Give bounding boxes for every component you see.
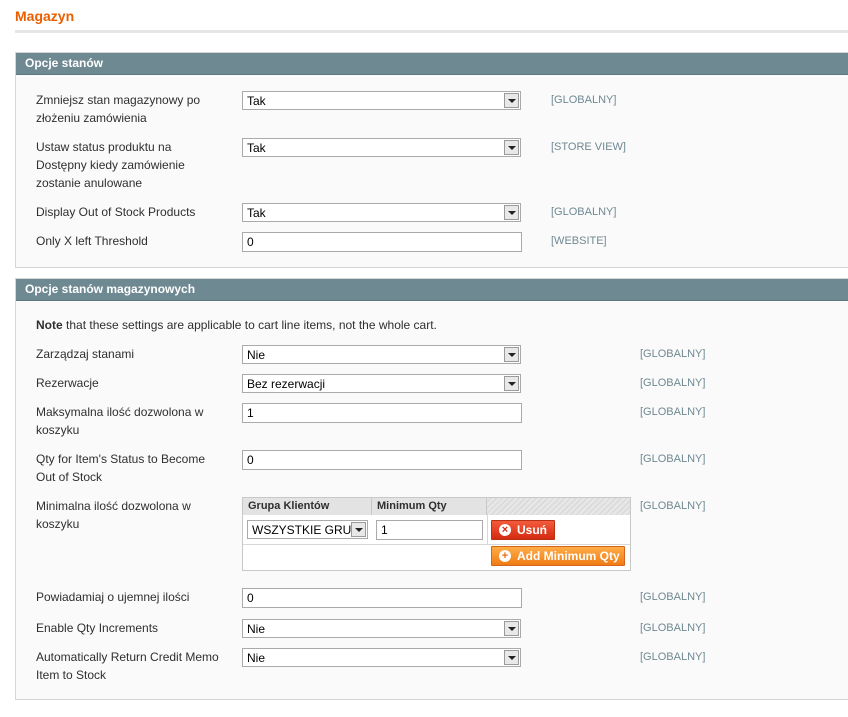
field-label: Minimalna ilość dozwolona w koszyku (36, 499, 191, 531)
chevron-down-icon[interactable] (504, 140, 519, 155)
cart-note: Note that these settings are applicable … (36, 318, 437, 332)
field-label: Zarządzaj stanami (36, 347, 135, 361)
scope-badge: [GLOBALNY] (640, 348, 706, 360)
field-label: Powiadamiaj o ujemnej ilości (36, 590, 190, 604)
scope-badge: [GLOBALNY] (640, 651, 706, 663)
chevron-down-icon[interactable] (351, 522, 366, 537)
field-label: Maksymalna ilość dozwolona w koszyku (36, 405, 204, 437)
chevron-down-icon[interactable] (504, 650, 519, 665)
backorders-select[interactable]: Bez rezerwacji (242, 374, 521, 393)
col-header-minimum-qty: Minimum Qty (372, 498, 487, 515)
section-stock-options: Opcje stanów Zmniejsz stan magazynowy po… (15, 52, 848, 268)
close-icon: × (499, 524, 511, 536)
col-header-actions (487, 498, 630, 515)
field-label: Qty for Item's Status to Become Out of S… (36, 452, 206, 484)
section-header[interactable]: Opcje stanów (16, 53, 848, 75)
page-title: Magazyn (15, 8, 75, 24)
decrease-stock-select[interactable]: Tak (242, 91, 521, 110)
field-label: Rezerwacje (36, 376, 99, 390)
scope-badge: [GLOBALNY] (640, 453, 706, 465)
plus-icon: + (499, 550, 511, 562)
auto-return-select[interactable]: Nie (242, 648, 521, 667)
notify-qty-input[interactable]: 0 (242, 588, 522, 608)
scope-badge: [STORE VIEW] (551, 141, 626, 153)
customer-group-select[interactable]: WSZYSTKIE GRU (247, 520, 368, 539)
min-qty-input[interactable]: 1 (376, 520, 483, 540)
field-label: Enable Qty Increments (36, 621, 159, 635)
field-label: Automatically Return Credit Memo Item to… (36, 650, 219, 682)
enable-qty-increments-select[interactable]: Nie (242, 619, 521, 638)
scope-badge: [GLOBALNY] (551, 94, 617, 106)
scope-badge: [GLOBALNY] (551, 206, 617, 218)
field-label: Display Out of Stock Products (36, 205, 196, 219)
chevron-down-icon[interactable] (504, 621, 519, 636)
chevron-down-icon[interactable] (504, 205, 519, 220)
section-header[interactable]: Opcje stanów magazynowych (16, 279, 848, 301)
display-out-of-stock-select[interactable]: Tak (242, 203, 521, 222)
scope-badge: [GLOBALNY] (640, 622, 706, 634)
chevron-down-icon[interactable] (504, 347, 519, 362)
field-label: Zmniejsz stan magazynowy po złożeniu zam… (36, 93, 201, 125)
max-qty-input[interactable]: 1 (242, 403, 522, 423)
field-label: Only X left Threshold (36, 234, 148, 248)
add-minimum-qty-button[interactable]: + Add Minimum Qty (491, 546, 625, 566)
scope-badge: [GLOBALNY] (640, 591, 706, 603)
col-header-customer-group: Grupa Klientów (243, 498, 372, 515)
manage-stock-select[interactable]: Nie (242, 345, 521, 364)
chevron-down-icon[interactable] (504, 93, 519, 108)
scope-badge: [GLOBALNY] (640, 406, 706, 418)
restore-status-select[interactable]: Tak (242, 138, 521, 157)
scope-badge: [GLOBALNY] (640, 377, 706, 389)
chevron-down-icon[interactable] (504, 376, 519, 391)
field-label: Ustaw status produktu na Dostępny kiedy … (36, 140, 185, 190)
delete-button[interactable]: × Usuń (491, 520, 555, 540)
scope-badge: [GLOBALNY] (640, 500, 706, 512)
min-qty-grid: Grupa Klientów Minimum Qty WSZYSTKIE GRU… (242, 497, 631, 571)
only-x-left-input[interactable]: 0 (242, 232, 522, 252)
scope-badge: [WEBSITE] (551, 235, 607, 247)
section-inventory-options: Opcje stanów magazynowych Note that thes… (15, 278, 848, 700)
out-of-stock-qty-input[interactable]: 0 (242, 450, 522, 470)
title-divider (15, 30, 848, 33)
